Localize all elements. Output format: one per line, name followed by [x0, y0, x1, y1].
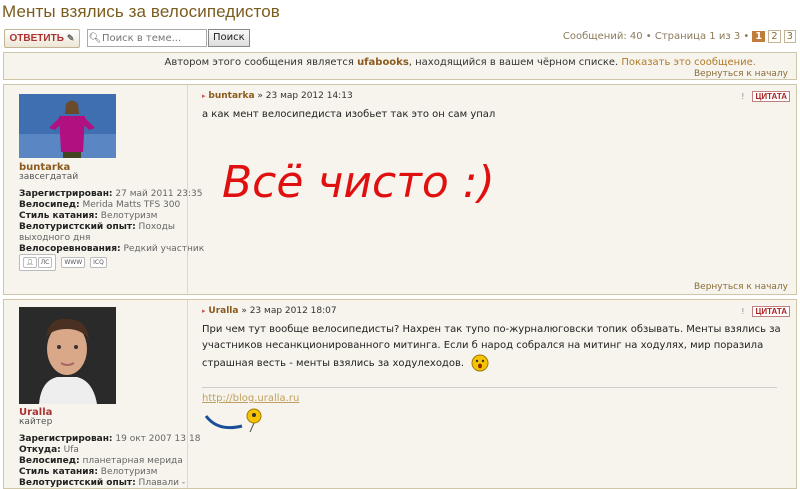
icq-button[interactable]: ICQ	[90, 257, 107, 268]
info-value: Merida Matts TFS 300	[82, 200, 181, 210]
post-content: ▸ Uralla » 23 мар 2012 18:07 ! ЦИТАТА Пр…	[187, 300, 796, 488]
user-rank: завсегдатай	[19, 172, 79, 182]
post: buntarka завсегдатай Зарегистрирован: 27…	[3, 84, 797, 295]
back-to-top-link[interactable]: Вернуться к началу	[694, 282, 788, 292]
post-header: ▸ Uralla » 23 мар 2012 18:07	[202, 306, 337, 316]
post-text: При чем тут вообще велосипедисты? Нахрен…	[202, 322, 782, 372]
handwriting-text: Всё чисто :)	[222, 157, 495, 208]
info-value: Велотуризм	[100, 467, 158, 477]
post-author-link[interactable]: Uralla	[208, 306, 238, 316]
ignored-post-notice: Автором этого сообщения является ufabook…	[3, 52, 797, 80]
pagination: Сообщений: 40 • Страница 1 из 3 • 1 2 3	[563, 30, 796, 43]
search-field[interactable]: 🔍︎	[87, 29, 207, 47]
post-date: » 23 мар 2012 14:13	[257, 91, 353, 101]
www-button[interactable]: WWW	[61, 257, 86, 268]
info-row: Велосипед: планетарная мерида	[19, 456, 184, 467]
info-row: Стиль катания: Велотуризм	[19, 467, 184, 478]
info-key: Откуда:	[19, 445, 61, 455]
info-key: Велосипед:	[19, 456, 80, 466]
page-3-link[interactable]: 3	[783, 30, 796, 43]
signature: http://blog.uralla.ru	[202, 387, 777, 433]
info-key: Стиль катания:	[19, 467, 98, 477]
user-rank: кайтер	[19, 417, 53, 427]
ignored-author-link[interactable]: ufabooks	[357, 57, 409, 68]
page-2-link[interactable]: 2	[768, 30, 781, 43]
post-arrow-icon[interactable]: ▸	[202, 307, 206, 315]
smiley-icon	[471, 354, 489, 372]
info-value: Ufa	[63, 445, 79, 455]
post-profile: buntarka завсегдатай Зарегистрирован: 27…	[4, 85, 204, 294]
kite-logo-icon	[204, 408, 262, 433]
post-text: а как мент велосипедиста изобьет так это…	[202, 109, 496, 120]
post-count-text: Сообщений: 40 • Страница 1 из 3 •	[562, 31, 750, 42]
post-author-link[interactable]: buntarka	[208, 91, 254, 101]
info-value: Велотуризм	[100, 211, 158, 221]
quote-button[interactable]: ЦИТАТА	[752, 91, 790, 102]
info-row: Откуда: Ufa	[19, 445, 184, 456]
info-row: Зарегистрирован: 27 май 2011 23:35	[19, 189, 202, 200]
avatar[interactable]	[19, 94, 116, 158]
report-icon[interactable]: !	[741, 307, 744, 316]
back-to-top-link[interactable]: Вернуться к началу	[694, 69, 788, 79]
pm-button[interactable]: 👤︎ ЛС	[19, 254, 57, 271]
user-info: Зарегистрирован: 27 май 2011 23:35 Велос…	[19, 189, 204, 255]
post-actions: ! ЦИТАТА	[741, 306, 790, 317]
info-key: Велотуристский опыт:	[19, 478, 136, 488]
search-button[interactable]: Поиск	[208, 29, 250, 47]
post: Uralla кайтер Зарегистрирован: 19 окт 20…	[3, 299, 797, 489]
info-key: Зарегистрирован:	[19, 434, 113, 444]
info-key: Стиль катания:	[19, 211, 98, 221]
user-icon: 👤︎	[23, 257, 37, 268]
ignored-middle: , находящийся в вашем чёрном списке.	[408, 57, 619, 68]
ignored-message: Автором этого сообщения является ufabook…	[165, 57, 757, 68]
info-row: Стиль катания: Велотуризм	[19, 211, 184, 222]
info-value: планетарная мерида	[82, 456, 183, 466]
info-key: Зарегистрирован:	[19, 189, 113, 199]
info-value: Плавали -	[138, 478, 186, 488]
info-row: Велосипед: Merida Matts TFS 300	[19, 200, 184, 211]
post-content: ▸ buntarka » 23 мар 2012 14:13 ! ЦИТАТА …	[187, 85, 796, 294]
handwritten-image: Всё чисто :)	[222, 157, 495, 208]
signature-link[interactable]: http://blog.uralla.ru	[202, 393, 299, 404]
search-input[interactable]	[102, 32, 202, 44]
report-icon[interactable]: !	[741, 92, 744, 101]
search-icon: 🔍︎	[88, 32, 102, 44]
post-text-content: При чем тут вообще велосипедисты? Нахрен…	[202, 324, 781, 369]
pm-label: ЛС	[37, 257, 53, 268]
show-post-link[interactable]: Показать это сообщение.	[621, 57, 756, 68]
topic-title[interactable]: Менты взялись за велосипедистов	[2, 2, 280, 22]
info-row: Велотуристский опыт: Плавали -	[19, 478, 186, 489]
info-row: Зарегистрирован: 19 окт 2007 13:18	[19, 434, 200, 445]
ignored-prefix: Автором этого сообщения является	[164, 57, 354, 68]
info-row: Велотуристский опыт: Походы выходного дн…	[19, 222, 184, 244]
post-header: ▸ buntarka » 23 мар 2012 14:13	[202, 91, 353, 101]
post-arrow-icon[interactable]: ▸	[202, 92, 206, 100]
info-key: Велосоревнования:	[19, 244, 121, 254]
post-date: » 23 мар 2012 18:07	[241, 306, 337, 316]
page-1-current: 1	[752, 31, 766, 42]
user-info: Зарегистрирован: 19 окт 2007 13:18 Откуд…	[19, 434, 200, 489]
post-actions: ! ЦИТАТА	[741, 91, 790, 102]
quote-button[interactable]: ЦИТАТА	[752, 306, 790, 317]
reply-label: ОТВЕТИТЬ	[9, 33, 64, 44]
user-contacts: 👤︎ ЛС WWW ICQ	[19, 254, 107, 271]
pencil-icon: ✎	[66, 33, 75, 43]
avatar[interactable]	[19, 307, 116, 404]
post-profile: Uralla кайтер Зарегистрирован: 19 окт 20…	[4, 300, 200, 489]
info-key: Велосипед:	[19, 200, 80, 210]
info-key: Велотуристский опыт:	[19, 222, 136, 232]
reply-button[interactable]: ОТВЕТИТЬ ✎	[4, 29, 80, 48]
